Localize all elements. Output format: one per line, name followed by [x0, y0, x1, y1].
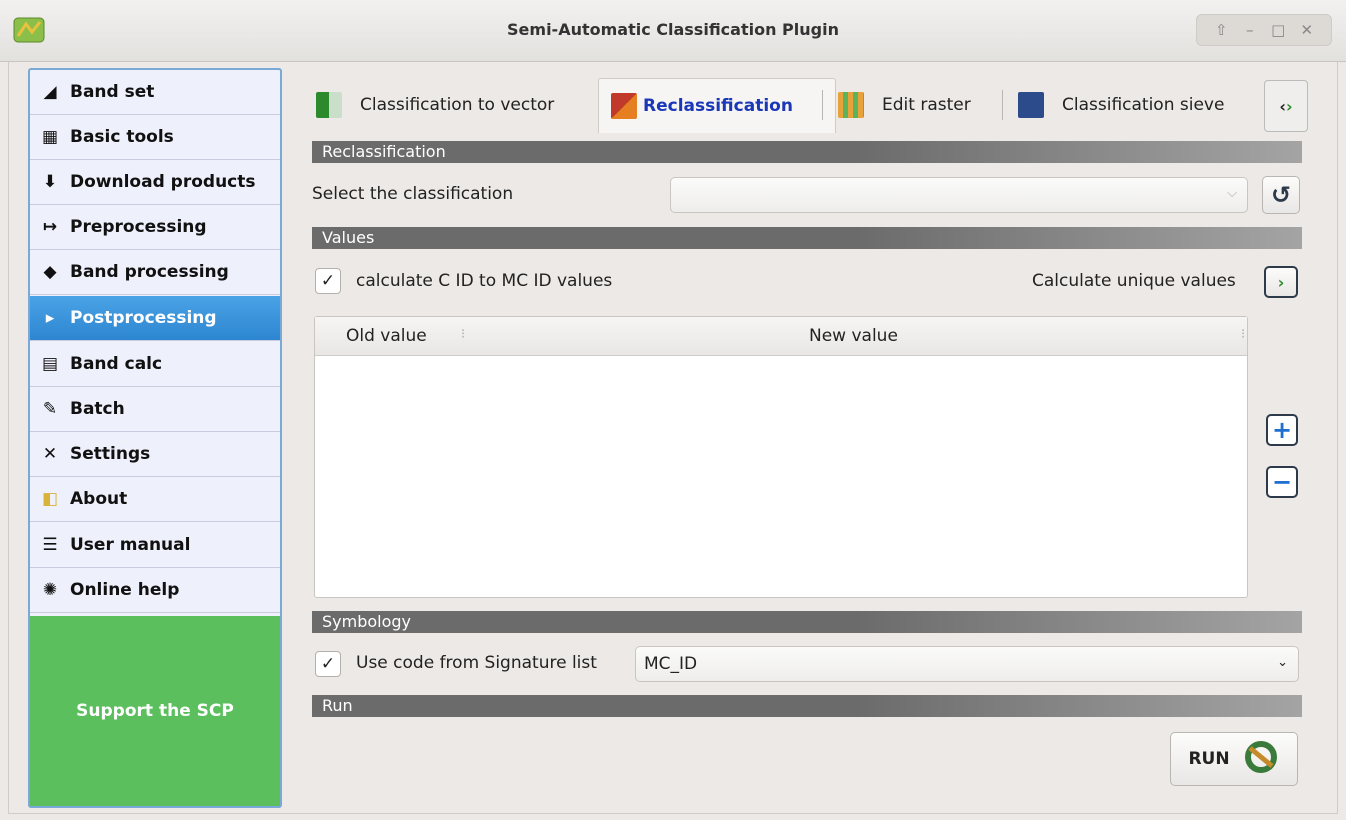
tab-reclassification[interactable]: Reclassification — [598, 78, 836, 133]
refresh-button[interactable]: ↺ — [1262, 176, 1300, 214]
sidebar-item-label: Download products — [70, 172, 256, 192]
sidebar-item-postprocessing[interactable]: ▸ Postprocessing — [30, 296, 280, 341]
tab-label: Reclassification — [643, 96, 793, 116]
tab-classification-sieve[interactable]: Classification sieve — [1018, 80, 1224, 130]
sidebar-item-label: Online help — [70, 580, 180, 600]
section-reclassification: Reclassification — [312, 141, 1302, 163]
maximize-icon[interactable]: □ — [1268, 21, 1288, 39]
arrow-right-icon: › — [1277, 272, 1285, 292]
download-icon: ⬇ — [42, 172, 58, 192]
checkmark-icon: ✓ — [320, 654, 336, 674]
signature-code-value: MC_ID — [644, 654, 698, 674]
band-set-icon: ◢ — [43, 82, 57, 102]
chevron-left-icon[interactable]: ‹ — [1279, 97, 1286, 116]
tab-label: Edit raster — [882, 95, 971, 115]
section-run: Run — [312, 695, 1302, 717]
sidebar-item-online-help[interactable]: ✺ Online help — [30, 568, 280, 613]
close-icon[interactable]: ✕ — [1297, 21, 1317, 39]
classification-to-vector-icon — [316, 92, 342, 118]
calculate-unique-values-label: Calculate unique values — [1032, 271, 1236, 291]
sidebar-item-label: Postprocessing — [70, 308, 217, 328]
sidebar-item-about[interactable]: ◧ About — [30, 477, 280, 522]
sidebar: ◢ Band set ▦ Basic tools ⬇ Download prod… — [28, 68, 282, 808]
reclassification-icon — [611, 93, 637, 119]
batch-icon: ✎ — [42, 399, 58, 419]
classification-select[interactable]: ⌵ — [670, 177, 1248, 213]
column-header-new-value[interactable]: New value — [809, 326, 898, 346]
plus-icon: + — [1271, 416, 1293, 444]
signature-code-select[interactable]: MC_ID ⌄ — [635, 646, 1299, 682]
sidebar-item-label: Band set — [70, 82, 155, 102]
about-icon: ◧ — [41, 489, 59, 509]
tab-label: Classification sieve — [1062, 95, 1225, 115]
shade-icon[interactable]: ⇧ — [1211, 21, 1231, 39]
sidebar-item-preprocessing[interactable]: ↦ Preprocessing — [30, 205, 280, 250]
classification-sieve-icon — [1018, 92, 1044, 118]
sidebar-item-user-manual[interactable]: ☰ User manual — [30, 523, 280, 568]
section-values: Values — [312, 227, 1302, 249]
tab-label: Classification to vector — [360, 95, 555, 115]
chevron-right-icon[interactable]: › — [1286, 97, 1293, 116]
refresh-icon: ↺ — [1270, 181, 1292, 209]
minus-icon: − — [1271, 468, 1293, 496]
band-calc-icon: ▤ — [41, 354, 59, 374]
run-label: RUN — [1188, 749, 1230, 769]
sidebar-item-label: About — [70, 489, 128, 509]
sidebar-item-band-processing[interactable]: ◆ Band processing — [30, 250, 280, 295]
run-button[interactable]: RUN — [1170, 732, 1298, 786]
sidebar-item-batch[interactable]: ✎ Batch — [30, 387, 280, 432]
tab-edit-raster[interactable]: Edit raster — [838, 80, 971, 130]
use-signature-code-label: Use code from Signature list — [356, 653, 597, 673]
sidebar-item-band-set[interactable]: ◢ Band set — [30, 70, 280, 115]
edit-raster-icon — [838, 92, 864, 118]
calc-cid-mcid-label: calculate C ID to MC ID values — [356, 271, 613, 291]
select-classification-label: Select the classification — [312, 184, 514, 204]
sidebar-item-label: Batch — [70, 399, 125, 419]
table-header: Old value ⁝ New value ⁝ — [315, 317, 1247, 356]
run-icon — [1242, 738, 1280, 781]
window-controls: ⇧ – □ ✕ — [1196, 14, 1332, 46]
preprocessing-icon: ↦ — [42, 217, 58, 237]
tab-classification-to-vector[interactable]: Classification to vector — [316, 80, 554, 130]
minimize-icon[interactable]: – — [1240, 21, 1260, 39]
remove-row-button[interactable]: − — [1266, 466, 1298, 498]
sidebar-item-label: Band processing — [70, 262, 229, 282]
sidebar-item-label: Basic tools — [70, 127, 174, 147]
basic-tools-icon: ▦ — [41, 127, 59, 147]
support-the-scp-button[interactable]: Support the SCP — [30, 616, 280, 806]
sidebar-item-label: Band calc — [70, 354, 163, 374]
add-row-button[interactable]: + — [1266, 414, 1298, 446]
user-manual-icon: ☰ — [42, 535, 58, 555]
tab-bar: Classification to vector Reclassificatio… — [306, 78, 1312, 133]
sidebar-item-settings[interactable]: ✕ Settings — [30, 432, 280, 477]
window-title: Semi-Automatic Classification Plugin — [507, 20, 839, 39]
online-help-icon: ✺ — [42, 580, 58, 600]
chevron-down-icon: ⌄ — [1277, 655, 1288, 670]
column-header-old-value[interactable]: Old value — [346, 326, 427, 346]
section-symbology: Symbology — [312, 611, 1302, 633]
checkmark-icon: ✓ — [320, 271, 336, 291]
reclass-table[interactable]: Old value ⁝ New value ⁝ — [314, 316, 1248, 598]
sidebar-item-band-calc[interactable]: ▤ Band calc — [30, 342, 280, 387]
calc-cid-mcid-checkbox[interactable]: ✓ — [315, 268, 341, 294]
sidebar-item-label: User manual — [70, 535, 191, 555]
band-processing-icon: ◆ — [43, 262, 57, 282]
sidebar-item-label: Settings — [70, 444, 151, 464]
calculate-unique-values-button[interactable]: › — [1264, 266, 1298, 298]
sidebar-item-download-products[interactable]: ⬇ Download products — [30, 160, 280, 205]
chevron-down-icon: ⌵ — [1227, 186, 1237, 201]
tab-scroll-buttons[interactable]: ‹ › — [1264, 80, 1308, 132]
settings-icon: ✕ — [42, 444, 58, 464]
sidebar-item-label: Preprocessing — [70, 217, 207, 237]
postprocessing-icon: ▸ — [45, 308, 55, 328]
sidebar-item-basic-tools[interactable]: ▦ Basic tools — [30, 115, 280, 160]
use-signature-code-checkbox[interactable]: ✓ — [315, 651, 341, 677]
